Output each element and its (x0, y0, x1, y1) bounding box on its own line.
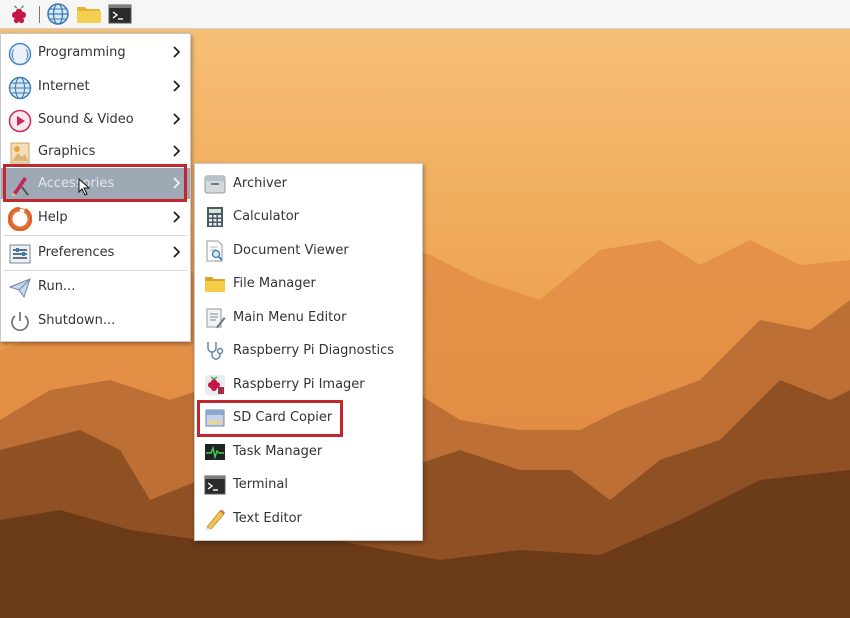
submenu-item-calculator[interactable]: Calculator (195, 201, 422, 234)
run-paper-plane-icon (8, 278, 31, 299)
chevron-right-icon (173, 246, 181, 258)
submenu-item-raspberry-pi-diagnostics[interactable]: Raspberry Pi Diagnostics (195, 335, 422, 368)
submenu-item-label: Main Menu Editor (233, 310, 347, 325)
folder-icon (205, 277, 225, 292)
web-browser-icon (47, 3, 69, 25)
menu-separator (4, 235, 187, 236)
submenu-item-document-viewer[interactable]: Document Viewer (195, 235, 422, 268)
submenu-item-raspberry-pi-imager[interactable]: Raspberry Pi Imager (195, 369, 422, 402)
accessories-icon (12, 177, 29, 196)
sound-video-icon (8, 109, 32, 133)
menu-item-preferences[interactable]: Preferences (1, 237, 190, 269)
submenu-item-file-manager[interactable]: File Manager (195, 268, 422, 301)
raspberry-pi-menu-icon (12, 5, 26, 24)
programming-icon: ( ) (8, 42, 32, 66)
submenu-item-terminal[interactable]: Terminal (195, 469, 422, 502)
submenu-item-archiver[interactable]: Archiver (195, 168, 422, 201)
submenu-item-label: Terminal (233, 477, 288, 492)
main-menu: ( ) Programming Internet Sound & Video G… (0, 33, 191, 342)
chevron-right-icon (173, 46, 181, 58)
archiver-icon (204, 175, 226, 194)
calculator-icon (207, 207, 223, 227)
menu-item-internet[interactable]: Internet (1, 71, 190, 103)
menu-editor-icon (206, 308, 226, 329)
chevron-right-icon (173, 145, 181, 157)
taskbar (0, 0, 850, 29)
terminal-launcher[interactable] (106, 1, 134, 27)
menu-item-graphics[interactable]: Graphics (1, 136, 190, 168)
submenu-item-label: SD Card Copier (233, 410, 333, 425)
preferences-icon (9, 244, 31, 264)
menu-item-label: Preferences (38, 245, 115, 260)
submenu-item-label: Calculator (233, 209, 300, 224)
submenu-item-label: Text Editor (233, 511, 302, 526)
submenu-item-label: Raspberry Pi Imager (233, 377, 365, 392)
submenu-item-label: Archiver (233, 176, 287, 191)
menu-item-label: Run... (38, 279, 76, 294)
shutdown-power-icon (11, 312, 29, 332)
mouse-cursor-icon (78, 178, 91, 196)
text-editor-pencil-icon (206, 509, 225, 530)
menu-item-help[interactable]: Help (1, 202, 190, 234)
svg-text:( ): ( ) (9, 48, 31, 62)
menu-item-sound-video[interactable]: Sound & Video (1, 104, 190, 136)
file-manager-launcher[interactable] (75, 1, 103, 27)
submenu-item-label: Raspberry Pi Diagnostics (233, 343, 395, 358)
submenu-item-text-editor[interactable]: Text Editor (195, 503, 422, 536)
submenu-item-main-menu-editor[interactable]: Main Menu Editor (195, 302, 422, 335)
chevron-right-icon (173, 80, 181, 92)
chevron-right-icon (173, 211, 181, 223)
submenu-item-task-manager[interactable]: Task Manager (195, 436, 422, 469)
menu-item-label: Shutdown... (38, 313, 116, 328)
menu-item-label: Internet (38, 79, 90, 94)
file-manager-folder-icon (77, 7, 101, 23)
submenu-item-label: File Manager (233, 276, 316, 291)
raspberry-pi-imager-icon (205, 375, 225, 395)
stethoscope-icon (207, 342, 224, 360)
menu-item-shutdown[interactable]: Shutdown... (1, 305, 190, 337)
chevron-right-icon (173, 177, 181, 189)
chevron-right-icon (173, 113, 181, 125)
taskbar-separator (39, 6, 40, 23)
help-lifebuoy-icon (8, 207, 32, 231)
menu-item-run[interactable]: Run... (1, 271, 190, 303)
terminal-icon (204, 475, 226, 495)
internet-globe-icon (8, 76, 32, 100)
terminal-icon (108, 4, 132, 24)
graphics-icon (10, 142, 30, 164)
accessories-submenu: Archiver Calculator Document Viewer File… (194, 163, 423, 541)
submenu-item-label: Document Viewer (233, 243, 349, 258)
sd-card-icon (205, 409, 225, 427)
menu-item-label: Accessories (38, 176, 115, 191)
menu-item-accessories[interactable]: Accessories (1, 168, 190, 199)
web-browser-launcher[interactable] (44, 1, 72, 27)
raspberry-pi-menu-button[interactable] (2, 1, 36, 27)
menu-item-label: Help (38, 210, 68, 225)
document-viewer-icon (206, 240, 223, 262)
menu-item-label: Graphics (38, 144, 96, 159)
submenu-item-sd-card-copier[interactable]: SD Card Copier (195, 402, 422, 435)
submenu-item-label: Task Manager (233, 444, 323, 459)
task-manager-icon (205, 444, 225, 460)
menu-item-programming[interactable]: ( ) Programming (1, 37, 190, 69)
menu-item-label: Programming (38, 45, 126, 60)
menu-item-label: Sound & Video (38, 112, 134, 127)
